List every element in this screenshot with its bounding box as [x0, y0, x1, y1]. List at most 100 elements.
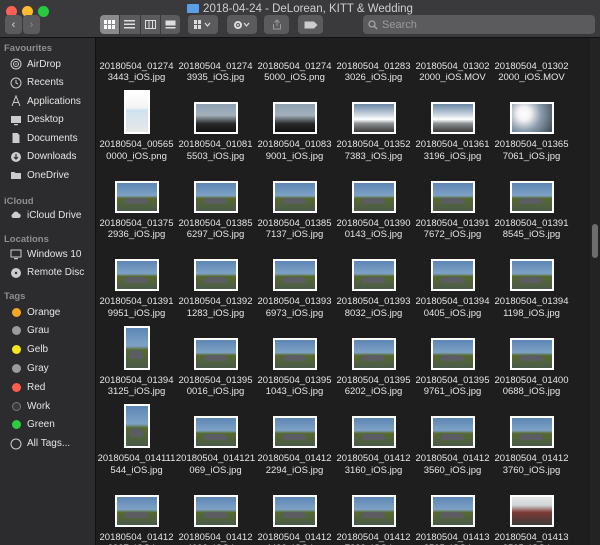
file-thumbnail[interactable] — [351, 494, 396, 527]
file-item[interactable]: 20180504_01412 3760_iOS.jpg — [492, 398, 571, 477]
file-item[interactable]: 20180504_01412 3160_iOS.jpg — [334, 398, 413, 477]
sidebar-item-icloud-drive[interactable]: iCloud Drive — [0, 206, 95, 224]
file-thumbnail[interactable] — [272, 337, 317, 370]
file-item[interactable]: 20180504_01274 3935_iOS.jpg — [176, 38, 255, 84]
file-thumbnail[interactable] — [430, 102, 475, 134]
file-thumbnail[interactable] — [272, 494, 317, 527]
file-thumbnail[interactable] — [193, 416, 238, 448]
file-name-label[interactable]: 20180504_01413 2505_iOS.jpg — [495, 532, 569, 545]
file-thumbnail[interactable] — [272, 416, 317, 448]
file-thumbnail[interactable] — [272, 180, 317, 213]
file-item[interactable]: 20180504_01395 0016_iOS.jpg — [176, 319, 255, 398]
file-thumbnail[interactable] — [193, 337, 238, 370]
file-name-label[interactable]: 20180504_01365 7061_iOS.jpg — [495, 139, 569, 162]
sidebar-item-airdrop[interactable]: AirDrop — [0, 55, 95, 73]
file-thumbnail[interactable] — [509, 337, 554, 370]
file-name-label[interactable]: 20180504_01412 3760_iOS.jpg — [495, 453, 569, 476]
file-item[interactable]: 20180504_01412 4093_iOS.jpg — [176, 476, 255, 545]
file-name-label[interactable]: 20180504_01352 7383_iOS.jpg — [337, 139, 411, 162]
file-name-label[interactable]: 20180504_01302 2000_iOS.MOV — [416, 61, 490, 84]
file-item[interactable]: 20180504_01400 0688_iOS.jpg — [492, 319, 571, 398]
file-item[interactable]: 20180504_01302 2000_iOS.MOV — [492, 38, 571, 84]
file-name-label[interactable]: 20180504_014111 544_iOS.jpg — [98, 453, 176, 476]
file-name-label[interactable]: 20180504_01385 6297_iOS.jpg — [179, 218, 253, 241]
file-thumbnail[interactable] — [114, 180, 159, 213]
file-item[interactable]: 20180504_01413 2505_iOS.jpg — [413, 476, 492, 545]
file-item[interactable]: 20180504_01081 5503_iOS.jpg — [176, 84, 255, 163]
sidebar-item-remote-disc[interactable]: Remote Disc — [0, 264, 95, 282]
search-field[interactable]: Search — [363, 15, 595, 34]
sidebar-item-desktop[interactable]: Desktop — [0, 111, 95, 129]
file-thumbnail[interactable] — [351, 416, 396, 448]
sidebar-item-tag-work[interactable]: Work — [0, 397, 95, 415]
file-item[interactable]: 20180504_01412 2294_iOS.jpg — [255, 398, 334, 477]
file-thumbnail[interactable] — [123, 404, 150, 448]
file-item[interactable]: 20180504_01412 3560_iOS.jpg — [413, 398, 492, 477]
file-name-label[interactable]: 20180504_01394 1198_iOS.jpg — [495, 296, 569, 319]
file-thumbnail[interactable] — [272, 102, 317, 134]
file-item[interactable]: 20180504_01392 1283_iOS.jpg — [176, 241, 255, 320]
file-name-label[interactable]: 20180504_01412 3560_iOS.jpg — [416, 453, 490, 476]
file-thumbnail[interactable] — [114, 494, 159, 527]
file-thumbnail[interactable] — [123, 325, 150, 370]
file-thumbnail[interactable] — [430, 416, 475, 448]
file-thumbnail[interactable] — [193, 102, 238, 134]
file-item[interactable]: 20180504_01391 9951_iOS.jpg — [97, 241, 176, 320]
file-name-label[interactable]: 20180504_01395 6202_iOS.jpg — [337, 375, 411, 398]
sidebar-item-windows-10[interactable]: Windows 10 — [0, 245, 95, 263]
file-name-label[interactable]: 20180504_01393 8032_iOS.jpg — [337, 296, 411, 319]
file-thumbnail[interactable] — [193, 180, 238, 213]
file-name-label[interactable]: 20180504_01083 9001_iOS.jpg — [258, 139, 332, 162]
file-name-label[interactable]: 20180504_01302 2000_iOS.MOV — [495, 61, 569, 84]
sidebar-item-tag-gelb[interactable]: Gelb — [0, 341, 95, 359]
file-name-label[interactable]: 20180504_01400 0688_iOS.jpg — [495, 375, 569, 398]
file-item[interactable]: 20180504_01412 7233_iOS.jpg — [334, 476, 413, 545]
file-item[interactable]: 20180504_01361 3196_iOS.jpg — [413, 84, 492, 163]
file-thumbnail[interactable] — [114, 259, 159, 291]
file-name-label[interactable]: 20180504_01081 5503_iOS.jpg — [179, 139, 253, 162]
file-name-label[interactable]: 20180504_01412 3160_iOS.jpg — [337, 453, 411, 476]
file-item[interactable]: 20180504_01395 1043_iOS.jpg — [255, 319, 334, 398]
file-name-label[interactable]: 20180504_014121 069_iOS.jpg — [176, 453, 255, 476]
file-thumbnail[interactable] — [509, 102, 554, 134]
file-item[interactable]: 20180504_00565 0000_iOS.png — [97, 84, 176, 163]
file-name-label[interactable]: 20180504_01385 7137_iOS.jpg — [258, 218, 332, 241]
file-name-label[interactable]: 20180504_01274 3935_iOS.jpg — [179, 61, 253, 84]
file-item[interactable]: 20180504_01302 2000_iOS.MOV — [413, 38, 492, 84]
file-name-label[interactable]: 20180504_01274 3443_iOS.jpg — [100, 61, 174, 84]
file-item[interactable]: 20180504_01365 7061_iOS.jpg — [492, 84, 571, 163]
forward-button[interactable]: › — [23, 15, 40, 34]
sidebar-item-applications[interactable]: Applications — [0, 92, 95, 110]
file-item[interactable]: 20180504_01393 8032_iOS.jpg — [334, 241, 413, 320]
file-name-label[interactable]: 20180504_01412 2294_iOS.jpg — [258, 453, 332, 476]
file-name-label[interactable]: 20180504_01390 0143_iOS.jpg — [337, 218, 411, 241]
file-name-label[interactable]: 20180504_01412 7233_iOS.jpg — [337, 532, 411, 545]
file-item[interactable]: 20180504_01394 1198_iOS.jpg — [492, 241, 571, 320]
file-thumbnail[interactable] — [351, 259, 396, 291]
file-name-label[interactable]: 20180504_00565 0000_iOS.png — [100, 139, 174, 162]
file-item[interactable]: 20180504_01412 3927_iOS.jpg — [97, 476, 176, 545]
file-thumbnail[interactable] — [351, 102, 396, 134]
file-item[interactable]: 20180504_01395 9761_iOS.jpg — [413, 319, 492, 398]
sidebar-item-tag-gray[interactable]: Gray — [0, 359, 95, 377]
file-name-label[interactable]: 20180504_01395 1043_iOS.jpg — [258, 375, 332, 398]
file-name-label[interactable]: 20180504_01391 9951_iOS.jpg — [100, 296, 174, 319]
file-thumbnail[interactable] — [430, 494, 475, 527]
file-thumbnail[interactable] — [509, 416, 554, 448]
file-item[interactable]: 20180504_01385 6297_iOS.jpg — [176, 162, 255, 241]
column-view-button[interactable] — [141, 15, 161, 34]
file-name-label[interactable]: 20180504_01395 9761_iOS.jpg — [416, 375, 490, 398]
tag-button[interactable] — [298, 15, 323, 34]
file-item[interactable]: 20180504_01385 7137_iOS.jpg — [255, 162, 334, 241]
sidebar-item-tag-all-tags-[interactable]: All Tags... — [0, 435, 95, 453]
file-item[interactable]: 20180504_01083 9001_iOS.jpg — [255, 84, 334, 163]
file-name-label[interactable]: 20180504_01391 7672_iOS.jpg — [416, 218, 490, 241]
file-name-label[interactable]: 20180504_01413 2505_iOS.jpg — [416, 532, 490, 545]
file-item[interactable]: 20180504_01412 4493_iOS.jpg — [255, 476, 334, 545]
sidebar-item-tag-grau[interactable]: Grau — [0, 322, 95, 340]
file-name-label[interactable]: 20180504_01283 3026_iOS.jpg — [337, 61, 411, 84]
sidebar-item-documents[interactable]: Documents — [0, 129, 95, 147]
sidebar-item-onedrive[interactable]: OneDrive — [0, 166, 95, 184]
file-name-label[interactable]: 20180504_01274 5000_iOS.png — [258, 61, 332, 84]
list-view-button[interactable] — [120, 15, 141, 34]
